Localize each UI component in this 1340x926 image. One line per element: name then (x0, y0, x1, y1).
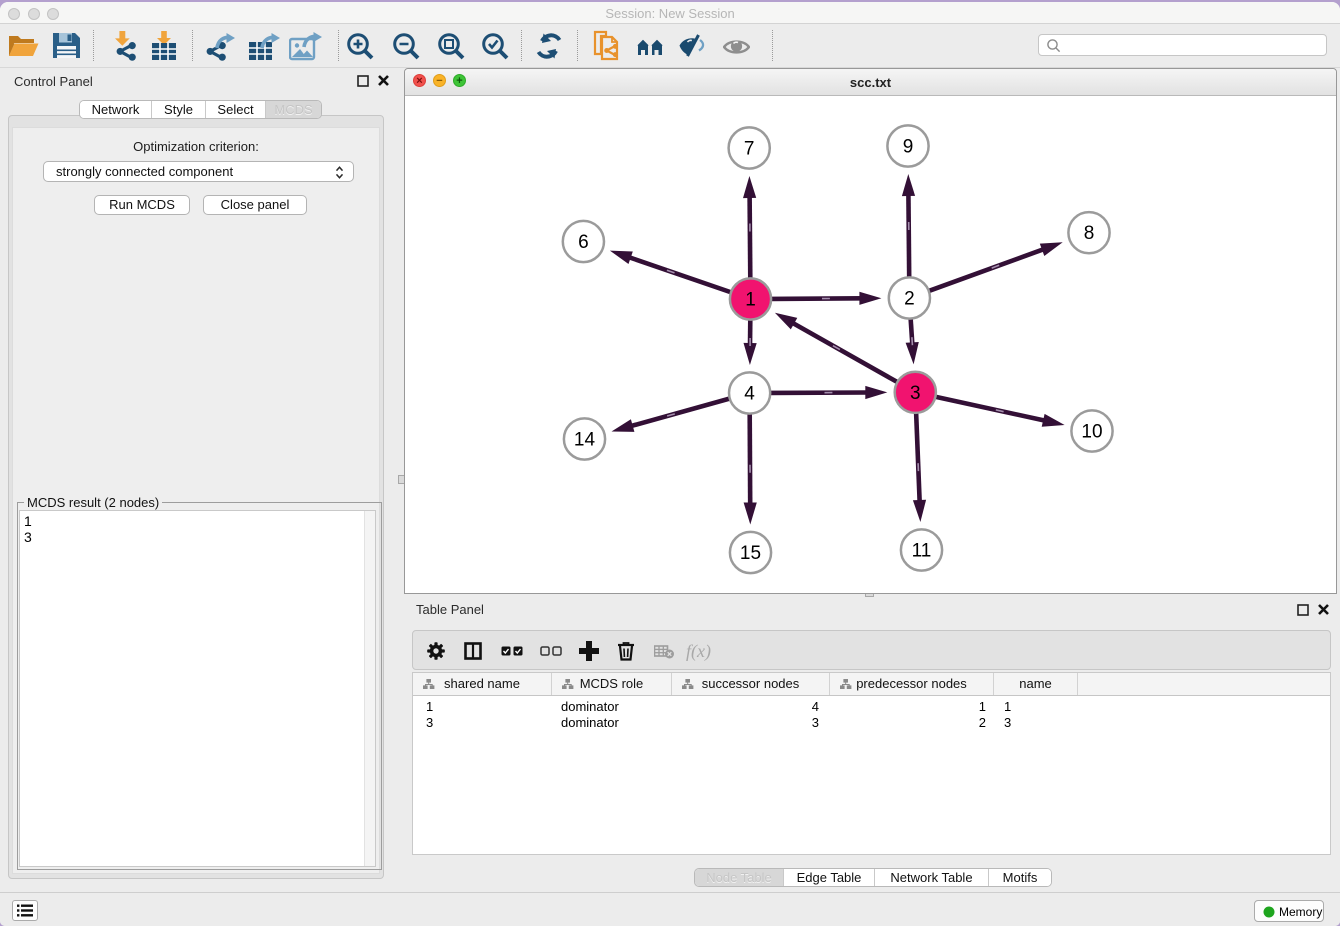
svg-text:6: 6 (578, 232, 589, 253)
svg-text:11: 11 (912, 541, 932, 562)
svg-text:9: 9 (903, 137, 914, 158)
svg-text:14: 14 (574, 430, 596, 451)
svg-text:1: 1 (745, 290, 756, 311)
svg-text:3: 3 (910, 383, 921, 404)
svg-text:10: 10 (1081, 422, 1102, 443)
svg-text:2: 2 (904, 289, 915, 310)
svg-text:4: 4 (744, 384, 755, 405)
svg-text:8: 8 (1084, 223, 1095, 244)
svg-text:7: 7 (744, 139, 755, 160)
svg-text:15: 15 (740, 543, 761, 564)
